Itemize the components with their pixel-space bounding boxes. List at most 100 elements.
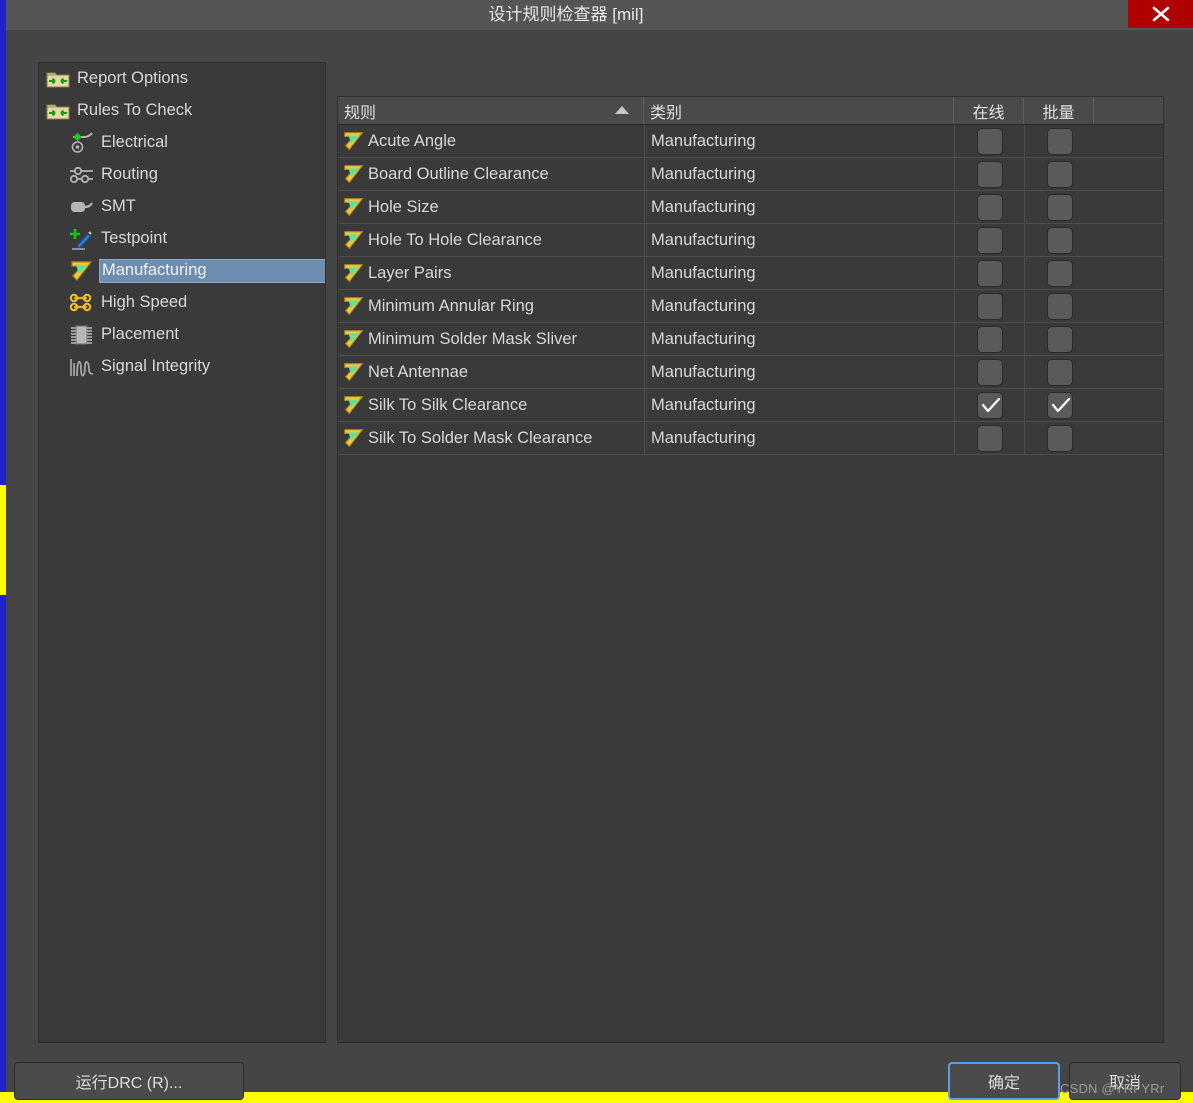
table-row[interactable]: Minimum Annular Ring Manufacturing [338, 289, 1163, 323]
online-checkbox[interactable] [976, 424, 1003, 452]
high-speed-icon [69, 290, 95, 316]
cell-batch [1024, 124, 1094, 158]
batch-checkbox[interactable] [1046, 325, 1073, 353]
column-header-batch[interactable]: 批量 [1024, 97, 1094, 124]
sidebar-item-testpoint[interactable]: Testpoint [39, 223, 325, 255]
title-bar: 设计规则检查器 [mil] [6, 0, 1193, 30]
batch-checkbox[interactable] [1046, 292, 1073, 320]
online-checkbox[interactable] [976, 226, 1003, 254]
run-drc-label: 运行DRC (R)... [75, 1075, 183, 1092]
sidebar-item-routing[interactable]: Routing [39, 159, 325, 191]
folder-in-arrows-icon [45, 66, 71, 92]
close-button[interactable] [1128, 0, 1193, 28]
manufacturing-rule-icon [344, 396, 364, 415]
table-row[interactable]: Layer Pairs Manufacturing [338, 256, 1163, 290]
sidebar-item-label: Placement [101, 325, 179, 343]
manufacturing-rule-icon [344, 264, 364, 283]
batch-checkbox[interactable] [1046, 160, 1073, 188]
sidebar-item-smt[interactable]: SMT [39, 191, 325, 223]
sidebar-item-label: Electrical [101, 133, 168, 151]
sidebar-item-label: Manufacturing [99, 259, 325, 283]
rule-name: Acute Angle [368, 131, 457, 150]
online-checkbox[interactable] [976, 160, 1003, 188]
online-checkbox[interactable] [976, 358, 1003, 386]
folder-in-arrows-icon [45, 98, 71, 124]
manufacturing-rule-icon [340, 162, 368, 186]
table-row[interactable]: Acute Angle Manufacturing [338, 124, 1163, 158]
cell-rule: Net Antennae [338, 356, 644, 389]
cell-rule: Board Outline Clearance [338, 158, 644, 191]
table-row[interactable]: Hole To Hole Clearance Manufacturing [338, 223, 1163, 257]
manufacturing-rule-icon [344, 165, 364, 184]
cell-category: Manufacturing [644, 355, 954, 389]
column-header-rule[interactable]: 规则 [338, 97, 644, 124]
rule-name: Minimum Annular Ring [368, 296, 534, 315]
manufacturing-rule-icon [340, 261, 368, 285]
batch-checkbox[interactable] [1046, 127, 1073, 155]
manufacturing-rule-icon [340, 228, 368, 252]
online-checkbox[interactable] [976, 193, 1003, 221]
manufacturing-rule-icon [340, 294, 368, 318]
manufacturing-rule-icon [344, 198, 364, 217]
rule-name: Layer Pairs [368, 263, 452, 282]
rules-table-panel: 规则 类别 在线 批量 Acute Angle Manufacturing Boar… [337, 96, 1164, 1043]
sidebar-item-rules-to-check[interactable]: Rules To Check [39, 95, 325, 127]
cell-batch [1024, 388, 1094, 422]
manufacturing-rule-icon [340, 327, 368, 351]
category-name: Manufacturing [651, 329, 756, 348]
batch-checkbox[interactable] [1046, 391, 1073, 419]
sidebar-item-placement[interactable]: Placement [39, 319, 325, 351]
online-checkbox[interactable] [976, 391, 1003, 419]
manufacturing-rule-icon [340, 129, 368, 153]
cell-online [954, 256, 1024, 290]
sidebar-item-signal-integrity[interactable]: Signal Integrity [39, 351, 325, 383]
online-checkbox[interactable] [976, 292, 1003, 320]
batch-checkbox[interactable] [1046, 259, 1073, 287]
cell-batch [1024, 355, 1094, 389]
manufacturing-rule-icon [344, 132, 364, 151]
batch-checkbox[interactable] [1046, 424, 1073, 452]
table-row[interactable]: Minimum Solder Mask Sliver Manufacturing [338, 322, 1163, 356]
cell-rule: Acute Angle [338, 125, 644, 158]
rule-name: Board Outline Clearance [368, 164, 549, 183]
column-header-online[interactable]: 在线 [954, 97, 1024, 124]
run-drc-button[interactable]: 运行DRC (R)... [14, 1062, 244, 1100]
table-row[interactable]: Silk To Solder Mask Clearance Manufacturi… [338, 421, 1163, 455]
sidebar-item-manufacturing[interactable]: Manufacturing [39, 255, 325, 287]
cell-batch [1024, 256, 1094, 290]
column-header-category[interactable]: 类别 [644, 97, 954, 124]
batch-checkbox[interactable] [1046, 358, 1073, 386]
dialog-body: Report Options Rules To Check Electrical… [6, 30, 1193, 1100]
table-row[interactable]: Board Outline Clearance Manufacturing [338, 157, 1163, 191]
table-row[interactable]: Silk To Silk Clearance Manufacturing [338, 388, 1163, 422]
routing-icon [69, 162, 95, 188]
manufacturing-rule-icon [340, 426, 368, 450]
cell-batch [1024, 157, 1094, 191]
batch-checkbox[interactable] [1046, 193, 1073, 221]
sidebar-item-high-speed[interactable]: High Speed [39, 287, 325, 319]
table-row[interactable]: Net Antennae Manufacturing [338, 355, 1163, 389]
rule-name: Minimum Solder Mask Sliver [368, 329, 578, 348]
online-checkbox[interactable] [976, 259, 1003, 287]
table-row[interactable]: Hole Size Manufacturing [338, 190, 1163, 224]
rule-name: Silk To Solder Mask Clearance [368, 428, 593, 447]
cell-rule: Minimum Annular Ring [338, 290, 644, 323]
manufacturing-rule-icon [340, 360, 368, 384]
sidebar-item-report-options[interactable]: Report Options [39, 63, 325, 95]
electrical-icon [69, 130, 95, 156]
batch-checkbox[interactable] [1046, 226, 1073, 254]
ok-button[interactable]: 确定 [948, 1062, 1060, 1100]
testpoint-icon [69, 226, 95, 252]
cell-category: Manufacturing [644, 124, 954, 158]
rules-tree-panel: Report Options Rules To Check Electrical… [38, 62, 326, 1043]
category-name: Manufacturing [651, 131, 756, 150]
cell-batch [1024, 223, 1094, 257]
cell-online [954, 289, 1024, 323]
window-title: 设计规则检查器 [mil] [488, 5, 644, 24]
sidebar-item-electrical[interactable]: Electrical [39, 127, 325, 159]
online-checkbox[interactable] [976, 325, 1003, 353]
manufacturing-rule-icon [340, 195, 368, 219]
cell-online [954, 157, 1024, 191]
cell-batch [1024, 421, 1094, 455]
online-checkbox[interactable] [976, 127, 1003, 155]
